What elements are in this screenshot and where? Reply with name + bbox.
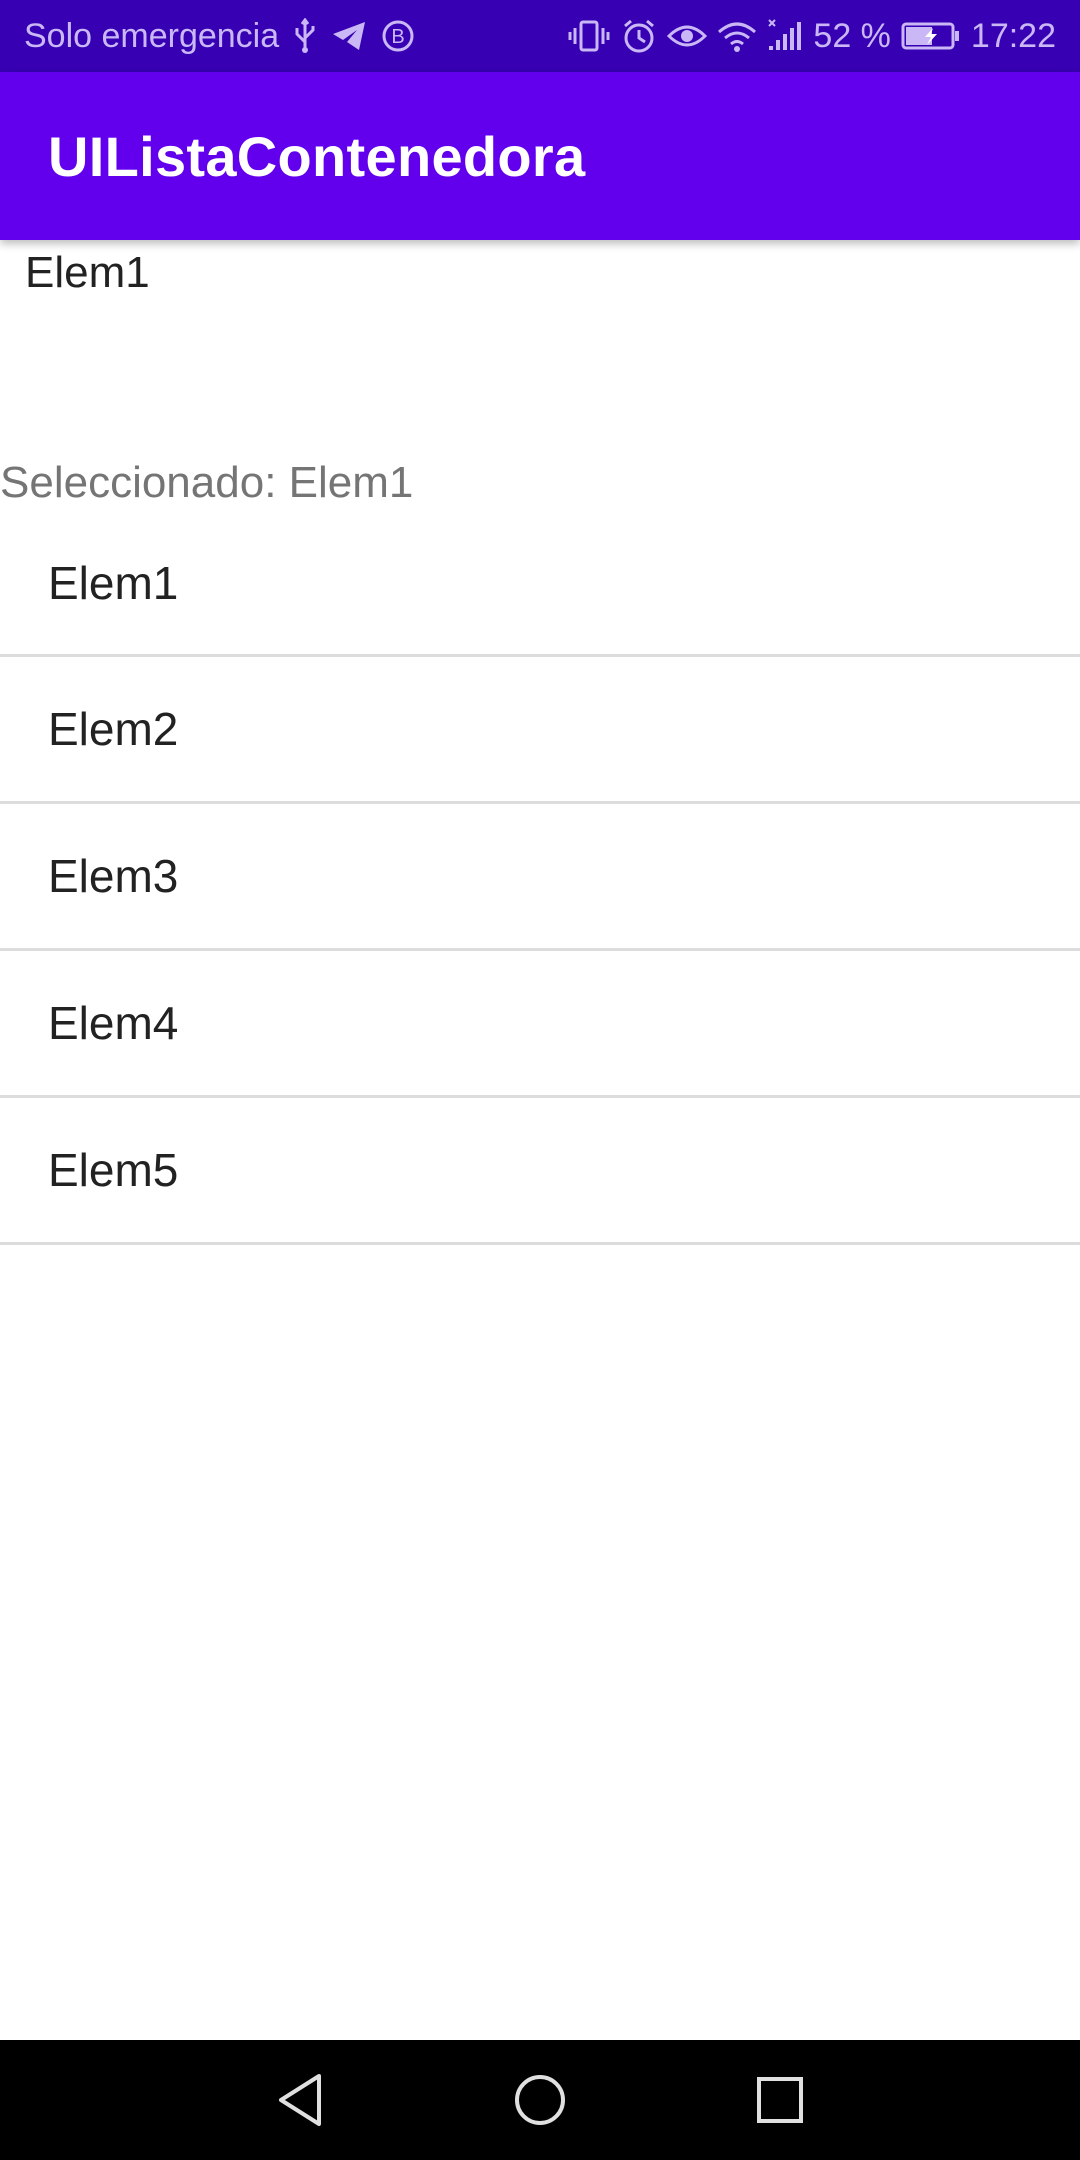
- list-item-label: Elem4: [48, 997, 179, 1049]
- battery-icon: [901, 20, 961, 52]
- list-item[interactable]: Elem5: [0, 1098, 1080, 1245]
- list-item-label: Elem1: [48, 557, 179, 609]
- list-item-label: Elem5: [48, 1144, 179, 1196]
- eye-icon: [667, 20, 708, 52]
- alarm-icon: [621, 18, 657, 54]
- list-item[interactable]: Elem1: [0, 512, 1080, 657]
- list-item-label: Elem3: [48, 850, 179, 902]
- list-item[interactable]: Elem4: [0, 951, 1080, 1098]
- home-icon[interactable]: [510, 2070, 570, 2130]
- status-right: 52 % 17:22: [567, 17, 1056, 56]
- list-item[interactable]: Elem2: [0, 657, 1080, 804]
- carrier-text: Solo emergencia: [24, 16, 280, 55]
- app-bar: UIListaContenedora: [0, 72, 1080, 240]
- item-list: Elem1 Elem2 Elem3 Elem4 Elem5: [0, 512, 1080, 1245]
- navigation-bar: [0, 2040, 1080, 2160]
- list-item[interactable]: Elem3: [0, 804, 1080, 951]
- list-item-label: Elem2: [48, 703, 179, 755]
- app-title: UIListaContenedora: [48, 124, 586, 188]
- recents-icon[interactable]: [750, 2070, 810, 2130]
- telegram-icon: [331, 20, 367, 52]
- usb-icon: [293, 18, 317, 54]
- vibrate-icon: [567, 18, 611, 54]
- status-left: Solo emergencia B: [24, 17, 415, 56]
- signal-icon: [767, 18, 803, 54]
- status-bar: Solo emergencia B 52 % 17:22: [0, 0, 1080, 72]
- svg-text:B: B: [391, 26, 404, 48]
- selected-label: Seleccionado: Elem1: [0, 458, 414, 507]
- back-icon[interactable]: [270, 2070, 330, 2130]
- clock: 17:22: [970, 16, 1056, 55]
- wifi-icon: [717, 20, 757, 52]
- battery-percent: 52 %: [813, 16, 891, 55]
- b-circle-icon: B: [381, 19, 415, 53]
- spinner-selected-value[interactable]: Elem1: [25, 248, 150, 298]
